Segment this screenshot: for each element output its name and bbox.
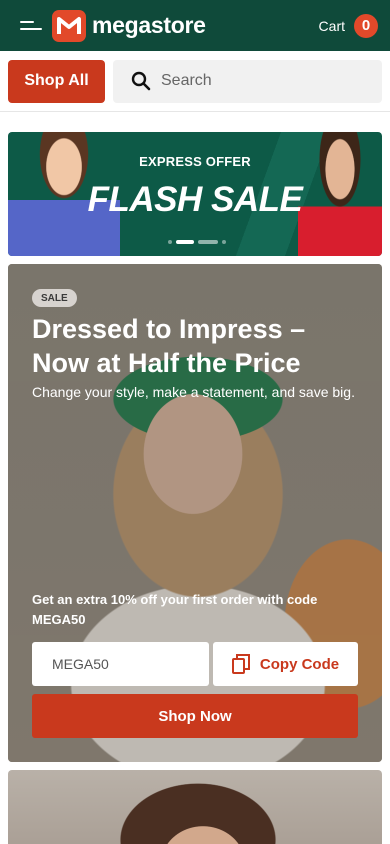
promo-subtitle: Change your style, make a statement, and… [32,384,355,400]
logo[interactable]: megastore [52,9,206,42]
cart-label: Cart [318,17,345,34]
top-header: megastore Cart 0 [0,0,390,51]
promo-card: SALE Dressed to Impress – Now at Half th… [8,264,382,762]
sale-badge: SALE [32,289,77,307]
carousel-dots [168,240,226,244]
shop-all-button[interactable]: Shop All [8,59,105,103]
promo-title: Dressed to Impress – Now at Half the Pri… [32,314,306,378]
next-promo-card-image[interactable] [8,770,382,844]
search-row: Shop All [0,51,390,112]
shop-now-button[interactable]: Shop Now [32,694,358,738]
menu-icon[interactable] [20,17,44,35]
promo-code-field[interactable] [32,642,209,686]
search-input[interactable] [161,72,361,90]
copy-code-button[interactable]: Copy Code [213,642,358,686]
copy-code-label: Copy Code [259,655,340,673]
carousel-dot[interactable] [168,240,172,244]
logo-text: megastore [92,12,206,38]
promo-code-input[interactable] [52,656,192,672]
flash-sale-banner[interactable]: EXPRESS OFFER FLASH SALE [8,132,382,256]
banner-title: FLASH SALE [87,180,303,219]
banner-kicker: EXPRESS OFFER [139,154,251,169]
logo-mark-icon [52,9,86,42]
carousel-dot[interactable] [198,240,218,244]
search-icon [131,71,151,91]
carousel-dot[interactable] [222,240,226,244]
cart-button[interactable]: Cart 0 [318,13,378,38]
promo-offer-text: Get an extra 10% off your first order wi… [32,592,318,627]
carousel-dot-active[interactable] [176,240,194,244]
cart-count-badge: 0 [354,13,378,38]
search-box[interactable] [113,59,382,103]
copy-icon [231,654,250,674]
page: megastore Cart 0 Shop All EXPRESS OFFER … [0,0,390,844]
